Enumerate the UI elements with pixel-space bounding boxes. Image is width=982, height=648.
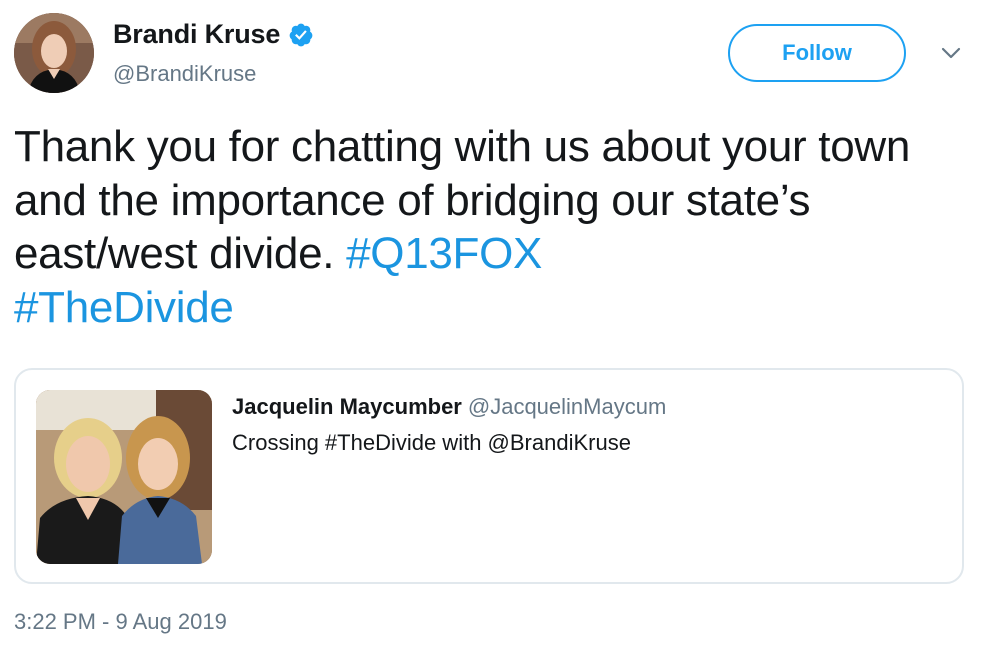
photo-two-women-icon	[36, 390, 212, 564]
tweet-card: Brandi Kruse @BrandiKruse Follow Thank y…	[0, 0, 982, 648]
chevron-down-icon[interactable]	[938, 40, 964, 66]
tweet-text: Thank you for chatting with us about you…	[14, 120, 964, 334]
hashtag-q13fox[interactable]: #Q13FOX	[346, 229, 542, 278]
quoted-tweet-card[interactable]: Jacquelin Maycumber @JacquelinMaycum Cros…	[14, 368, 964, 584]
follow-button[interactable]: Follow	[728, 24, 906, 82]
author-name-row: Brandi Kruse	[113, 19, 314, 50]
avatar-photo-icon	[14, 13, 94, 93]
quoted-tweet-photo[interactable]	[36, 390, 212, 564]
tweet-timestamp[interactable]: 3:22 PM - 9 Aug 2019	[14, 609, 227, 635]
quoted-tweet-text: Crossing #TheDivide with @BrandiKruse	[232, 430, 631, 455]
author-avatar[interactable]	[14, 13, 94, 93]
hashtag-thedivide[interactable]: #TheDivide	[14, 283, 234, 332]
quoted-author-name[interactable]: Jacquelin Maycumber	[232, 394, 462, 419]
author-handle[interactable]: @BrandiKruse	[113, 61, 256, 87]
quoted-author-handle[interactable]: @JacquelinMaycum	[468, 394, 666, 419]
quoted-tweet-header: Jacquelin Maycumber @JacquelinMaycum	[232, 394, 666, 420]
verified-badge-icon	[288, 22, 314, 48]
author-display-name[interactable]: Brandi Kruse	[113, 19, 280, 50]
